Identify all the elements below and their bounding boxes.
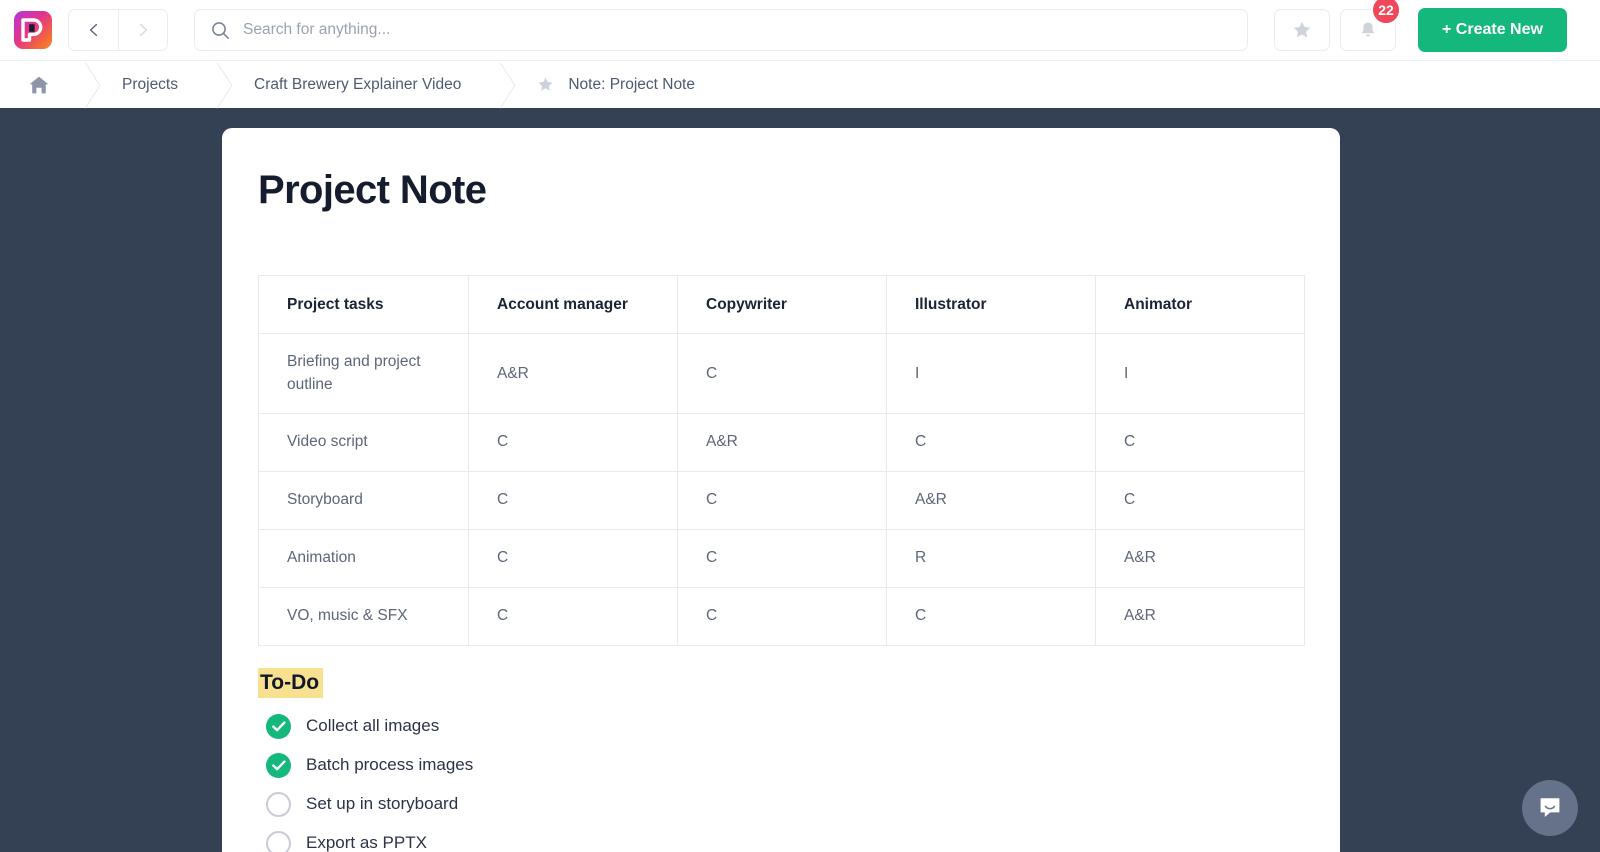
table-cell: C xyxy=(468,528,678,588)
search-icon xyxy=(212,21,229,39)
chat-bubble-icon xyxy=(1540,798,1560,817)
table-cell: C xyxy=(1095,412,1305,472)
table-cell: C xyxy=(677,586,887,646)
star-icon xyxy=(538,77,553,91)
table-header-cell: Account manager xyxy=(468,275,678,334)
table-cell: Storyboard xyxy=(258,470,469,530)
breadcrumb-separator xyxy=(72,61,98,108)
table-cell: C xyxy=(677,528,887,588)
table-cell: C xyxy=(886,586,1096,646)
checkbox-checked-icon[interactable] xyxy=(266,713,291,739)
table-header-cell: Copywriter xyxy=(677,275,887,334)
todo-label: Export as PPTX xyxy=(306,833,427,852)
table-row: VO, music & SFX C C C A&R xyxy=(258,586,1305,646)
app-logo[interactable] xyxy=(14,11,52,49)
logo-p-mark xyxy=(14,11,52,49)
page-title: Project Note xyxy=(258,168,487,212)
table-header-cell: Animator xyxy=(1095,275,1305,334)
history-nav-group xyxy=(68,9,168,51)
list-item[interactable]: Collect all images xyxy=(266,713,1306,739)
chat-launcher-button[interactable] xyxy=(1522,780,1578,836)
table-header-row: Project tasks Account manager Copywriter… xyxy=(258,275,1305,334)
search-input[interactable] xyxy=(243,21,1231,39)
chevron-left-icon xyxy=(89,23,97,37)
table-cell: VO, music & SFX xyxy=(258,586,469,646)
table-cell: C xyxy=(677,333,887,414)
table-cell: C xyxy=(1095,470,1305,530)
checkbox-unchecked-icon[interactable] xyxy=(266,791,291,817)
chevron-right-icon xyxy=(139,23,148,37)
table-cell: A&R xyxy=(677,412,887,472)
page-stage: Project Note Project tasks Account manag… xyxy=(0,108,1600,852)
todo-list: Collect all images Batch process images … xyxy=(258,713,1306,852)
table-cell: C xyxy=(677,470,887,530)
breadcrumb-label: Note: Project Note xyxy=(568,75,695,93)
note-document-card: Project Note Project tasks Account manag… xyxy=(222,128,1340,852)
table-cell: A&R xyxy=(1095,586,1305,646)
table-row: Animation C C R A&R xyxy=(258,528,1305,588)
breadcrumb-item-project[interactable]: Craft Brewery Explainer Video xyxy=(230,61,487,108)
table-row: Briefing and project outline A&R C I I xyxy=(258,333,1305,414)
favorites-button[interactable] xyxy=(1274,9,1330,51)
home-icon xyxy=(29,76,49,93)
notification-badge: 22 xyxy=(1371,0,1401,25)
todo-heading: To-Do xyxy=(258,667,324,698)
table-row: Video script C A&R C C xyxy=(258,412,1305,472)
table-header-cell: Project tasks xyxy=(258,275,469,334)
table-cell: A&R xyxy=(468,333,678,414)
table-cell: C xyxy=(468,586,678,646)
raci-table: Project tasks Account manager Copywriter… xyxy=(258,275,1305,646)
table-cell: R xyxy=(886,528,1096,588)
star-icon xyxy=(1293,21,1311,38)
breadcrumb-home[interactable] xyxy=(0,61,72,108)
table-cell: A&R xyxy=(886,470,1096,530)
table-cell: C xyxy=(468,470,678,530)
breadcrumb-label: Craft Brewery Explainer Video xyxy=(254,75,462,93)
notifications-button[interactable]: 22 xyxy=(1340,0,1401,51)
breadcrumb: Projects Craft Brewery Explainer Video N… xyxy=(0,60,1600,108)
table-cell: I xyxy=(886,333,1096,414)
todo-label: Batch process images xyxy=(306,755,474,775)
bell-icon xyxy=(1361,22,1375,36)
top-bar: 22 + Create New xyxy=(0,0,1600,60)
breadcrumb-label: Projects xyxy=(122,75,178,93)
list-item[interactable]: Set up in storyboard xyxy=(266,791,1306,817)
table-cell: Animation xyxy=(258,528,469,588)
checkbox-checked-icon[interactable] xyxy=(266,752,291,778)
forward-button[interactable] xyxy=(118,10,167,50)
todo-label: Collect all images xyxy=(306,716,440,736)
table-cell: I xyxy=(1095,333,1305,414)
table-header-cell: Illustrator xyxy=(886,275,1096,334)
list-item[interactable]: Batch process images xyxy=(266,752,1306,778)
list-item[interactable]: Export as PPTX xyxy=(266,830,1306,852)
breadcrumb-item-projects[interactable]: Projects xyxy=(98,61,204,108)
todo-label: Set up in storyboard xyxy=(306,794,459,814)
table-cell: A&R xyxy=(1095,528,1305,588)
table-row: Storyboard C C A&R C xyxy=(258,470,1305,530)
breadcrumb-separator xyxy=(204,61,230,108)
checkbox-unchecked-icon[interactable] xyxy=(266,830,291,852)
back-button[interactable] xyxy=(69,10,118,50)
search-bar[interactable] xyxy=(194,9,1248,51)
table-cell: Video script xyxy=(258,412,469,472)
table-cell: C xyxy=(468,412,678,472)
table-cell: C xyxy=(886,412,1096,472)
table-cell: Briefing and project outline xyxy=(258,333,469,414)
breadcrumb-item-note[interactable]: Note: Project Note xyxy=(513,61,721,108)
breadcrumb-separator xyxy=(487,61,513,108)
create-new-button[interactable]: + Create New xyxy=(1418,8,1567,52)
